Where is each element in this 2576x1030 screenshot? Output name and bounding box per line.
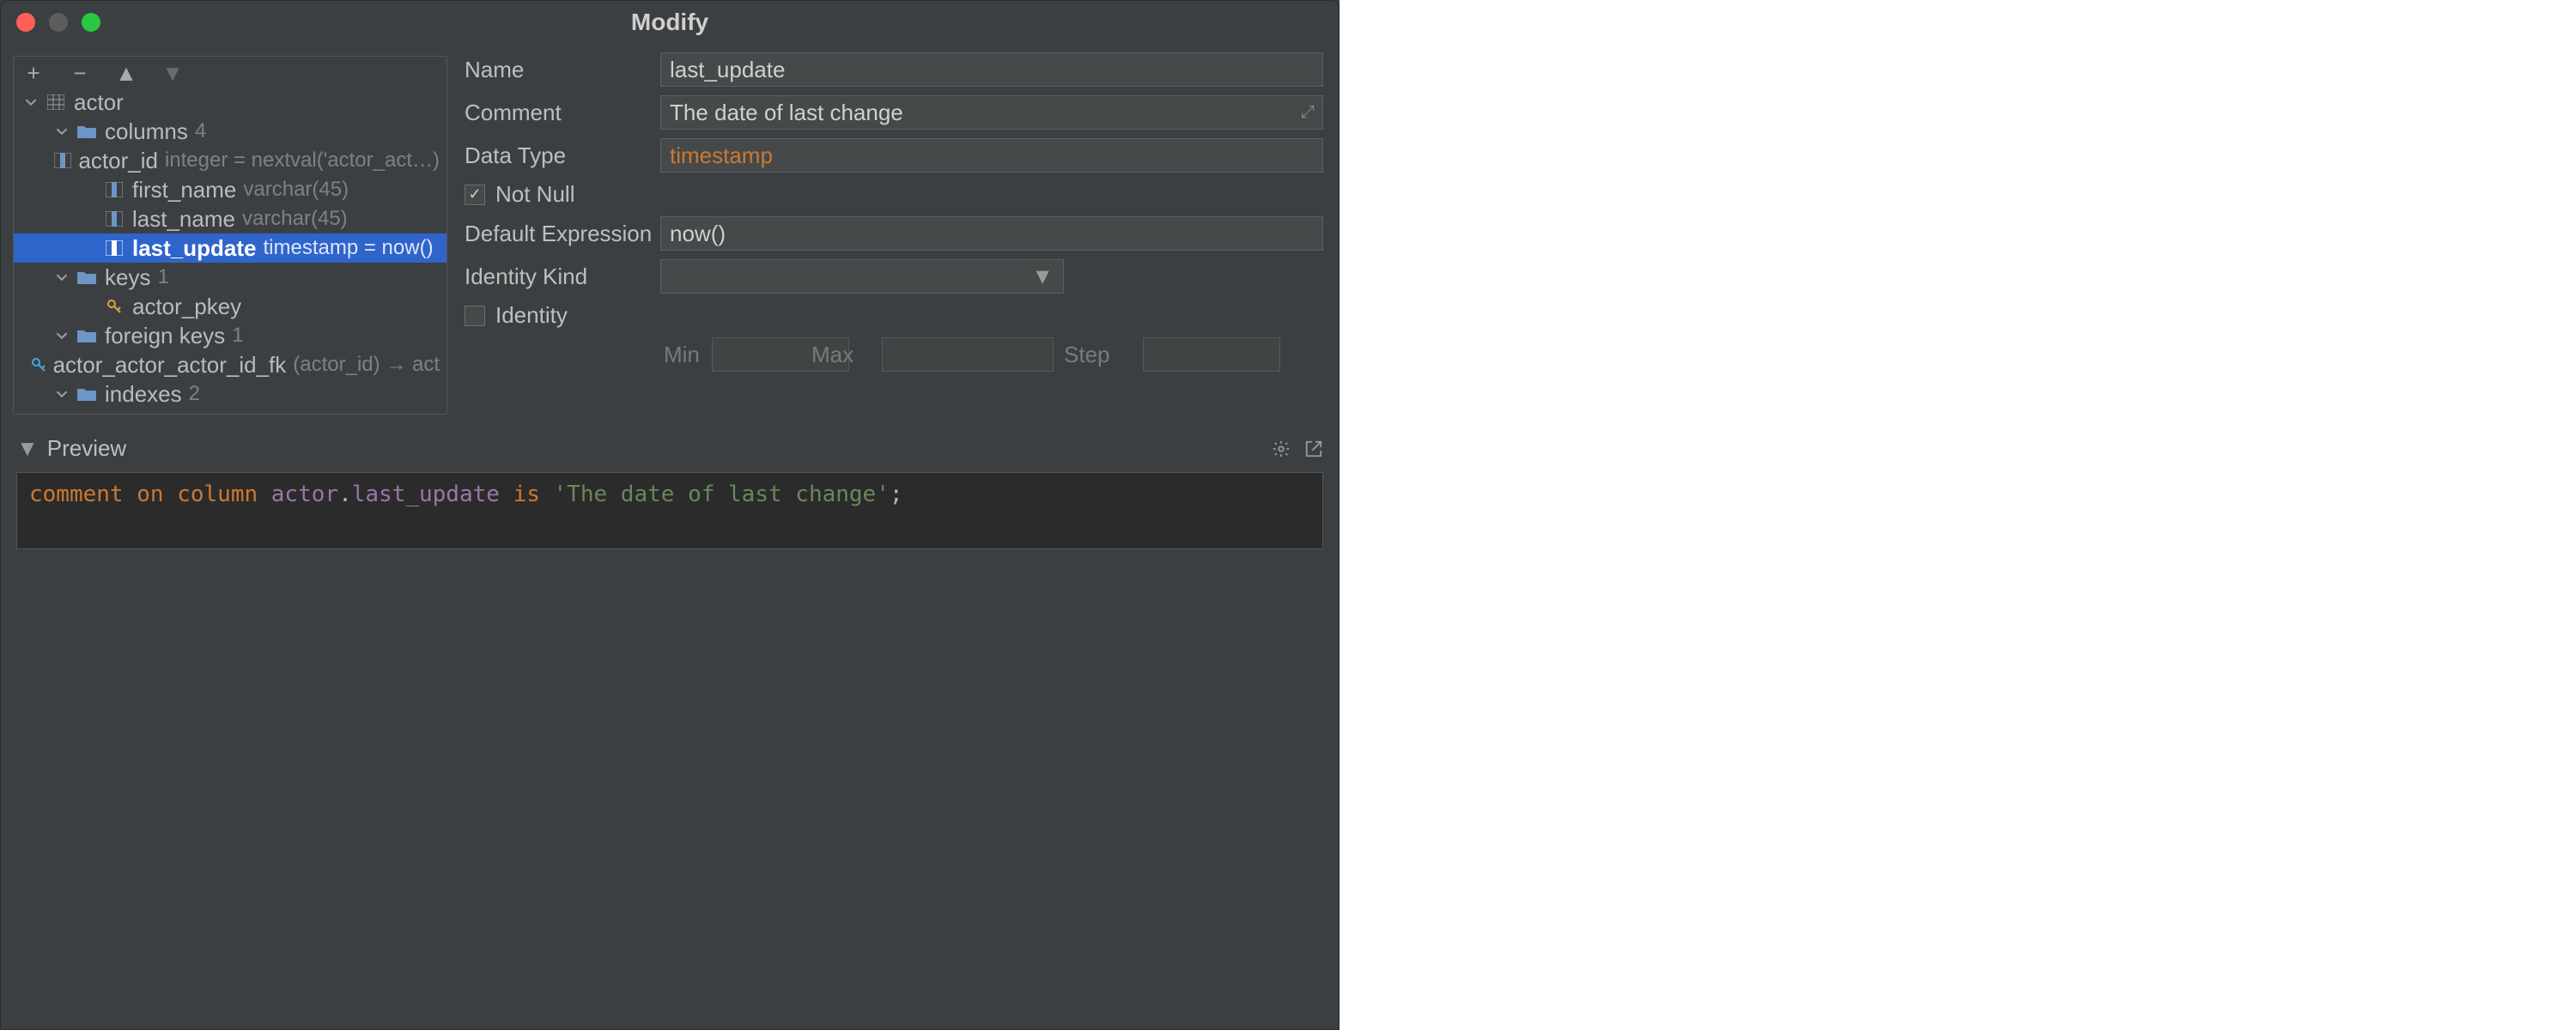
tree-node-indexes[interactable]: indexes 2 — [14, 379, 447, 409]
tree-node-label: foreign keys — [105, 324, 225, 347]
add-button[interactable]: + — [24, 64, 43, 82]
sql-token: last_update — [352, 482, 500, 507]
window-title: Modify — [1, 9, 1339, 36]
tree-node-count: 1 — [232, 325, 243, 346]
tree-node-label: last_name — [132, 208, 235, 230]
identity-checkbox[interactable] — [465, 306, 485, 326]
tree-node-label: indexes — [105, 383, 182, 405]
sql-token: column — [177, 482, 258, 507]
not-null-label: Not Null — [495, 181, 574, 208]
tree-node-type: timestamp = now() — [264, 238, 434, 258]
chevron-down-icon — [53, 330, 70, 342]
not-null-checkbox[interactable] — [465, 185, 485, 205]
tree-node-type: varchar(45) — [243, 179, 349, 200]
tree-node-foreign-keys[interactable]: foreign keys 1 — [14, 321, 447, 350]
default-expression-label: Default Expression — [465, 221, 653, 247]
tree-node-count: 4 — [195, 121, 206, 142]
structure-tree[interactable]: + − ▲ ▼ — [13, 56, 447, 415]
tree-node-columns[interactable]: columns 4 — [14, 117, 447, 146]
tree-node-table[interactable]: actor — [14, 88, 447, 117]
tree-node-label: last_update — [132, 237, 257, 259]
sql-token: comment — [29, 482, 124, 507]
folder-icon — [76, 124, 98, 138]
name-input[interactable] — [660, 52, 1323, 87]
column-icon — [103, 182, 125, 197]
step-label: Step — [1064, 342, 1133, 368]
identity-label: Identity — [495, 302, 568, 329]
remove-button[interactable]: − — [70, 64, 89, 82]
tree-node-count: 1 — [157, 267, 168, 288]
min-label: Min — [664, 342, 700, 368]
preview-header: ▼ Preview — [1, 428, 1339, 467]
tree-node-key[interactable]: actor_pkey — [14, 292, 447, 321]
tree-toolbar: + − ▲ ▼ — [14, 57, 447, 88]
tree-node-keys[interactable]: keys 1 — [14, 263, 447, 292]
sql-token: on — [137, 482, 163, 507]
default-expression-input[interactable] — [660, 216, 1323, 251]
tree-node-label: columns — [105, 120, 188, 142]
move-up-button[interactable]: ▲ — [117, 64, 136, 82]
tree-node-column[interactable]: actor_id integer = nextval('actor_act…) — [14, 146, 447, 175]
chevron-down-icon — [53, 125, 70, 137]
chevron-down-icon — [22, 96, 39, 108]
tree-node-detail: (actor_id) → act — [293, 354, 440, 375]
modify-dialog: Modify + − ▲ ▼ — [0, 0, 1340, 1030]
preview-label[interactable]: Preview — [47, 435, 126, 462]
max-input[interactable] — [882, 337, 1054, 372]
tree-node-label: actor — [74, 91, 124, 113]
step-input[interactable] — [1143, 337, 1280, 372]
comment-input[interactable] — [660, 95, 1323, 130]
max-label: Max — [811, 342, 872, 368]
tree-node-count: 2 — [189, 384, 200, 404]
blank-area — [1340, 0, 2576, 1030]
datatype-input[interactable] — [660, 138, 1323, 173]
tree-node-label: actor_pkey — [132, 295, 241, 318]
foreign-key-icon — [31, 357, 46, 373]
preview-sql[interactable]: comment on column actor.last_update is '… — [16, 472, 1323, 549]
tree-node-label: actor_actor_actor_id_fk — [53, 354, 287, 376]
datatype-label: Data Type — [465, 142, 653, 169]
open-external-icon[interactable] — [1304, 439, 1323, 458]
chevron-down-icon — [53, 271, 70, 283]
sql-token: 'The date of last change' — [554, 482, 890, 507]
sql-token: . — [338, 482, 352, 507]
identity-kind-select[interactable] — [660, 259, 1064, 294]
tree-node-label: actor_id — [78, 149, 158, 172]
table-icon — [45, 94, 67, 110]
folder-icon — [76, 329, 98, 342]
tree-node-foreign-key[interactable]: actor_actor_actor_id_fk (actor_id) → act — [14, 350, 447, 379]
move-down-button[interactable]: ▼ — [163, 64, 182, 82]
sql-token: ; — [890, 482, 903, 507]
tree-node-type: varchar(45) — [242, 209, 348, 229]
expand-icon[interactable]: ⤢ — [1301, 103, 1315, 123]
sql-token: is — [513, 482, 540, 507]
folder-icon — [76, 270, 98, 284]
tree-node-column[interactable]: last_name varchar(45) — [14, 204, 447, 233]
tree-node-type: integer = nextval('actor_act…) — [165, 150, 440, 171]
titlebar: Modify — [1, 1, 1339, 44]
tree-node-label: first_name — [132, 179, 236, 201]
gear-icon[interactable] — [1272, 439, 1291, 458]
comment-label: Comment — [465, 100, 653, 126]
name-label: Name — [465, 57, 653, 83]
column-icon — [103, 240, 125, 256]
sql-token: actor — [271, 482, 338, 507]
tree-node-column[interactable]: first_name varchar(45) — [14, 175, 447, 204]
tree-node-column-selected[interactable]: last_update timestamp = now() — [14, 233, 447, 263]
primary-key-icon — [103, 299, 125, 314]
column-icon — [54, 153, 71, 168]
column-icon — [103, 211, 125, 227]
tree-node-label: keys — [105, 266, 150, 288]
chevron-down-icon — [53, 388, 70, 400]
folder-icon — [76, 387, 98, 401]
chevron-down-icon[interactable]: ▼ — [16, 435, 39, 462]
identity-kind-label: Identity Kind — [465, 264, 653, 290]
